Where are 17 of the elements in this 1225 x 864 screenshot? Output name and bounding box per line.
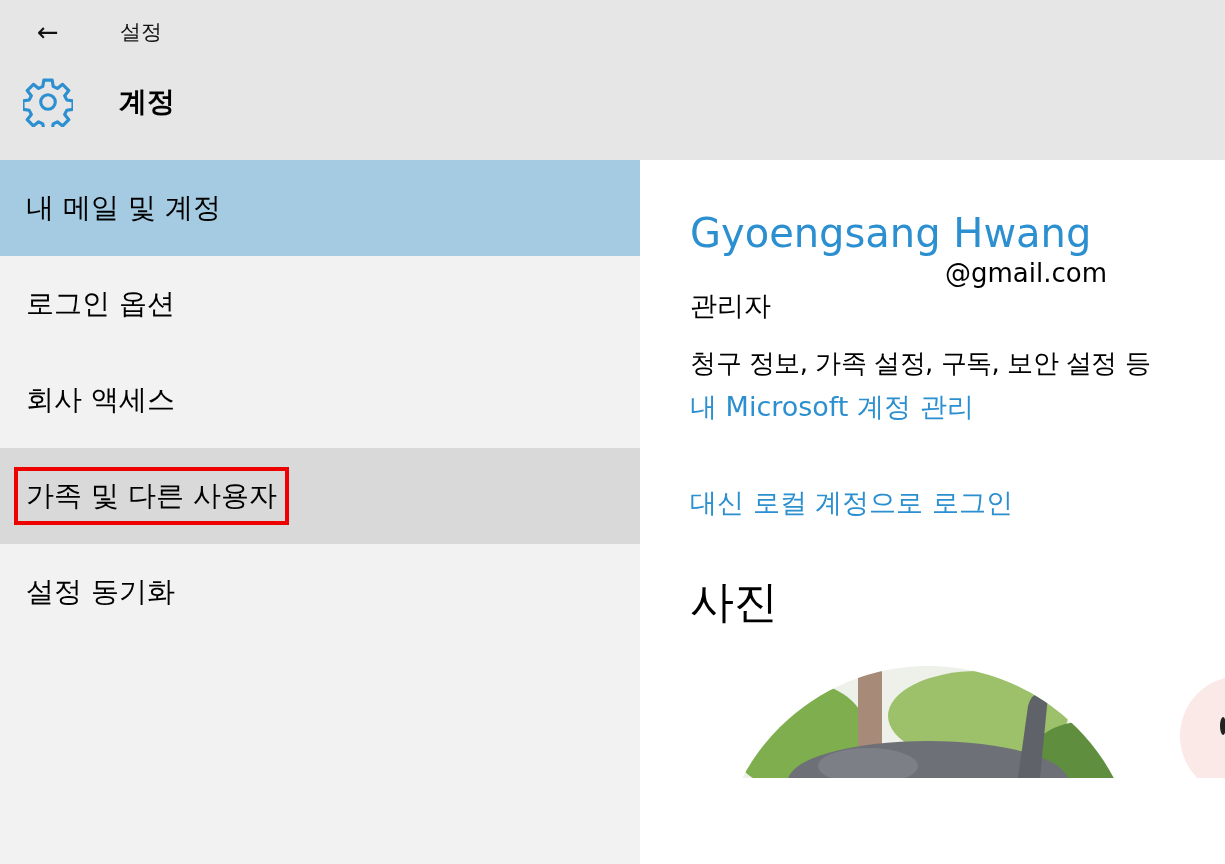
sidebar-item[interactable]: 로그인 옵션: [0, 256, 640, 352]
account-email: @gmail.com: [945, 258, 1107, 288]
app-title: 설정: [120, 19, 162, 46]
sidebar-item[interactable]: 내 메일 및 계정: [0, 160, 640, 256]
local-account-link[interactable]: 대신 로컬 계정으로 로그인: [690, 485, 1013, 521]
account-role: 관리자: [690, 289, 771, 323]
sidebar-item[interactable]: 가족 및 다른 사용자: [0, 448, 640, 544]
description-text: 청구 정보, 가족 설정, 구독, 보안 설정 등: [690, 347, 1151, 380]
sidebar-item[interactable]: 설정 동기화: [0, 544, 640, 640]
manage-account-link[interactable]: 내 Microsoft 계정 관리: [690, 389, 974, 425]
photo-heading: 사진: [690, 575, 778, 629]
highlight-frame: 가족 및 다른 사용자: [14, 467, 289, 525]
gear-icon: [23, 77, 73, 127]
section-title: 계정: [119, 84, 175, 120]
sidebar-item[interactable]: 회사 액세스: [0, 352, 640, 448]
account-name: Gyoengsang Hwang: [690, 210, 1092, 256]
back-button[interactable]: ←: [0, 0, 96, 64]
